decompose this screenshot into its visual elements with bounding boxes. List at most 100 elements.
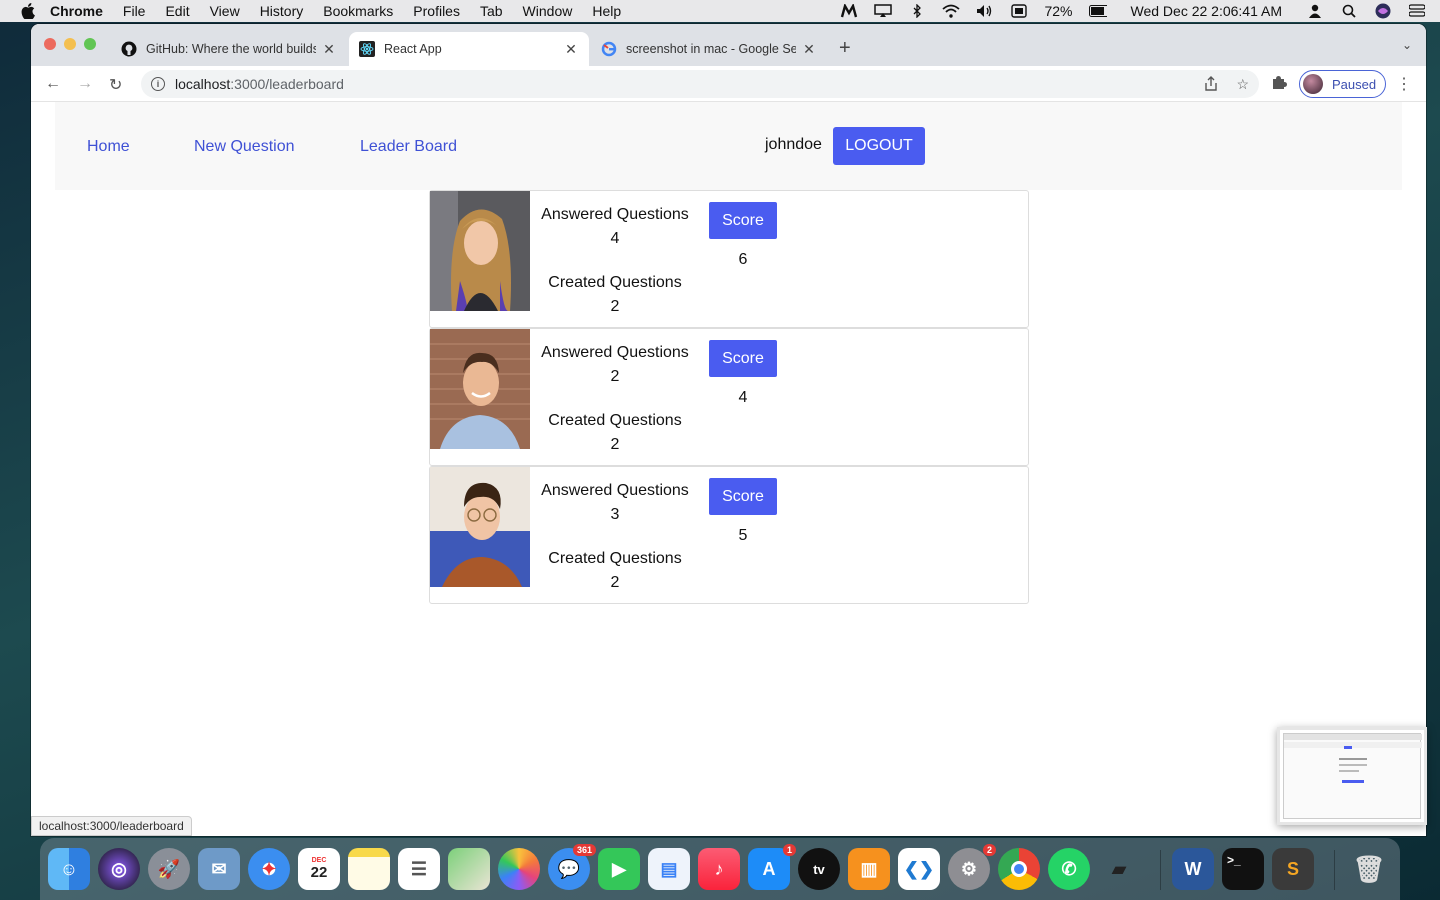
bookmark-star-icon[interactable]: ☆ xyxy=(1236,76,1249,95)
new-tab-button[interactable]: + xyxy=(839,37,851,60)
screenshot-thumbnail[interactable] xyxy=(1277,727,1427,825)
terminal-icon[interactable]: >_ xyxy=(1222,848,1264,890)
reminders-icon[interactable]: ☰ xyxy=(398,848,440,890)
menu-file[interactable]: File xyxy=(123,3,146,19)
tab-search-chevron-icon[interactable]: ⌄ xyxy=(1402,38,1412,52)
tab-title: screenshot in mac - Google Search xyxy=(626,42,796,56)
created-label: Created Questions xyxy=(548,412,682,429)
photos-icon[interactable] xyxy=(498,848,540,890)
reload-icon[interactable]: ↻ xyxy=(109,75,122,95)
leader-card: Answered Questions 3 Created Questions 2… xyxy=(429,466,1029,604)
back-arrow-icon[interactable]: ← xyxy=(45,75,61,93)
screenshot-preview-image xyxy=(1283,733,1422,819)
input-source-icon[interactable] xyxy=(1010,4,1028,18)
zoom-window-button[interactable] xyxy=(84,38,96,50)
score-button[interactable]: Score xyxy=(709,478,777,515)
created-count: 2 xyxy=(610,436,620,453)
trash-icon[interactable]: 🗑 xyxy=(1348,848,1390,890)
url-host: localhost xyxy=(175,76,231,92)
keynote-icon[interactable]: ▤ xyxy=(648,848,690,890)
mail-stamp-icon[interactable]: ✉ xyxy=(198,848,240,890)
whatsapp-icon[interactable]: ✆ xyxy=(1048,848,1090,890)
siri-app-icon[interactable]: ◎ xyxy=(98,848,140,890)
menu-profiles[interactable]: Profiles xyxy=(413,3,460,19)
menu-window[interactable]: Window xyxy=(523,3,573,19)
url-path: :3000/leaderboard xyxy=(230,76,344,92)
profile-button[interactable]: Paused xyxy=(1299,70,1386,98)
nav-new-question-link[interactable]: New Question xyxy=(194,138,295,156)
nav-leader-board-link[interactable]: Leader Board xyxy=(360,138,457,156)
messages-icon[interactable]: 💬 361 xyxy=(548,844,596,890)
score-value: 5 xyxy=(738,527,748,544)
volume-icon[interactable] xyxy=(976,4,994,18)
user-icon[interactable] xyxy=(1306,4,1324,18)
app-store-icon[interactable]: A1 xyxy=(748,844,796,890)
nav-home-link[interactable]: Home xyxy=(87,138,130,156)
chrome-menu-icon[interactable]: ⋮ xyxy=(1396,74,1412,94)
created-label: Created Questions xyxy=(548,550,682,567)
minimize-window-button[interactable] xyxy=(64,38,76,50)
score-button[interactable]: Score xyxy=(709,340,777,377)
system-preferences-icon[interactable]: ⚙ 2 xyxy=(948,844,996,890)
created-count: 2 xyxy=(610,298,620,315)
browser-toolbar: ← → ↻ i localhost:3000/leaderboard ☆ Pau… xyxy=(31,66,1426,102)
close-tab-icon[interactable]: ✕ xyxy=(563,41,579,58)
maps-icon[interactable] xyxy=(448,848,490,890)
tab-strip: GitHub: Where the world builds ✕ React A… xyxy=(31,24,1426,66)
chrome-icon[interactable] xyxy=(998,848,1040,890)
finder-icon[interactable]: ☺ xyxy=(48,848,90,890)
man-glasses-avatar xyxy=(430,467,530,587)
facetime-icon[interactable]: ▶ xyxy=(598,848,640,890)
tab-google-search[interactable]: screenshot in mac - Google Search ✕ xyxy=(591,32,827,66)
vscode-icon[interactable]: ❮❯ xyxy=(898,848,940,890)
music-icon[interactable]: ♪ xyxy=(698,848,740,890)
wifi-icon[interactable] xyxy=(942,4,961,18)
tab-react-app[interactable]: React App ✕ xyxy=(349,32,589,66)
apple-icon[interactable] xyxy=(20,3,36,19)
react-icon xyxy=(359,41,375,57)
calendar-icon[interactable]: DEC 22 xyxy=(298,848,340,890)
app-navbar: Home New Question Leader Board johndoe L… xyxy=(55,102,1402,190)
forward-arrow-icon[interactable]: → xyxy=(77,75,93,93)
apple-tv-icon[interactable]: tv xyxy=(798,848,840,890)
menu-help[interactable]: Help xyxy=(592,3,621,19)
malwarebytes-icon[interactable] xyxy=(840,4,858,18)
safari-icon[interactable]: ✦ xyxy=(248,848,290,890)
logout-button[interactable]: LOGOUT xyxy=(833,127,925,165)
close-tab-icon[interactable]: ✕ xyxy=(321,41,337,58)
menu-history[interactable]: History xyxy=(260,3,304,19)
tab-title: React App xyxy=(384,42,442,56)
created-label: Created Questions xyxy=(548,274,682,291)
word-icon[interactable]: W xyxy=(1172,848,1214,890)
control-center-icon[interactable] xyxy=(1408,4,1426,18)
close-window-button[interactable] xyxy=(44,38,56,50)
sublime-text-icon[interactable]: S xyxy=(1272,848,1314,890)
man-avatar xyxy=(430,329,530,449)
address-bar[interactable]: i localhost:3000/leaderboard ☆ xyxy=(141,70,1259,98)
menu-tab[interactable]: Tab xyxy=(480,3,503,19)
siri-icon[interactable] xyxy=(1374,3,1392,19)
close-tab-icon[interactable]: ✕ xyxy=(801,41,817,58)
mirror-display-icon[interactable]: ▰ xyxy=(1098,848,1140,890)
books-icon[interactable]: ▥ xyxy=(848,848,890,890)
menu-edit[interactable]: Edit xyxy=(165,3,189,19)
airplay-icon[interactable] xyxy=(874,4,893,18)
page-content: Home New Question Leader Board johndoe L… xyxy=(31,102,1426,836)
notes-icon[interactable] xyxy=(348,848,390,890)
launchpad-icon[interactable]: 🚀 xyxy=(148,848,190,890)
bluetooth-icon[interactable] xyxy=(908,4,926,18)
leader-card: Answered Questions 2 Created Questions 2… xyxy=(429,328,1029,466)
clock[interactable]: Wed Dec 22 2:06:41 AM xyxy=(1131,3,1283,19)
score-button[interactable]: Score xyxy=(709,202,777,239)
spotlight-search-icon[interactable] xyxy=(1340,4,1358,18)
share-icon[interactable] xyxy=(1204,76,1218,95)
extensions-puzzle-icon[interactable] xyxy=(1271,74,1287,94)
tab-github[interactable]: GitHub: Where the world builds ✕ xyxy=(111,32,347,66)
menu-app-name[interactable]: Chrome xyxy=(50,3,103,19)
menu-view[interactable]: View xyxy=(210,3,240,19)
battery-icon[interactable] xyxy=(1088,4,1107,18)
site-info-icon[interactable]: i xyxy=(151,77,165,91)
answered-count: 3 xyxy=(610,506,620,523)
menu-bookmarks[interactable]: Bookmarks xyxy=(323,3,393,19)
link-status-bubble: localhost:3000/leaderboard xyxy=(31,816,192,836)
